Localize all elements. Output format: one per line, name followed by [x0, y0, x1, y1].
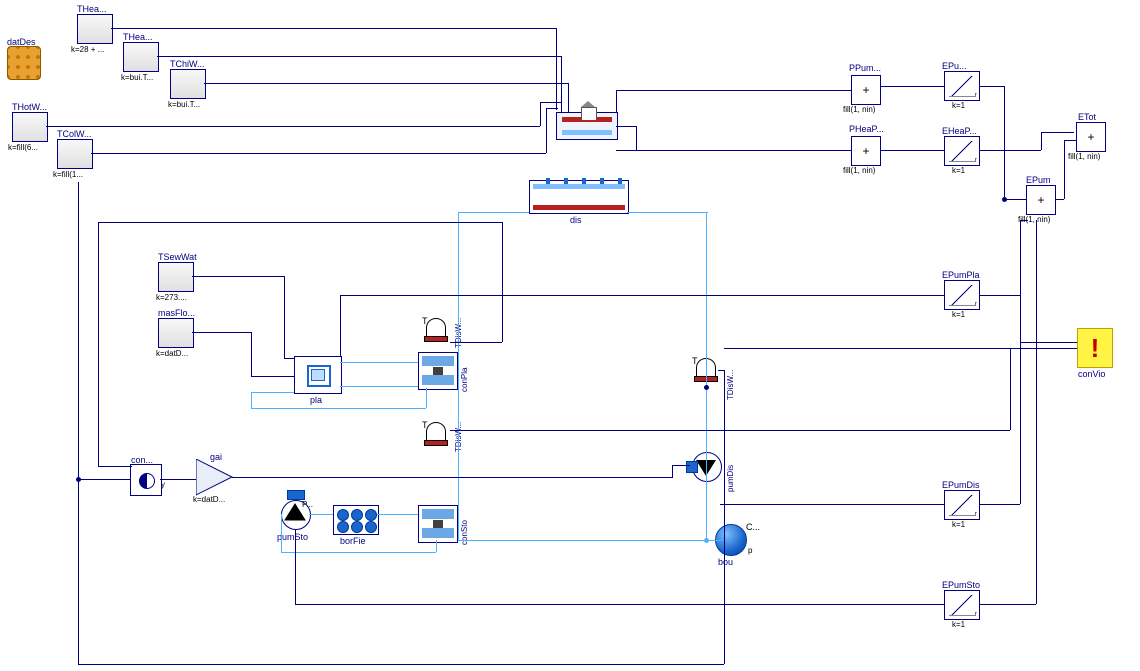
- borFie-label: borFie: [340, 536, 366, 546]
- conVio-label: conVio: [1078, 369, 1105, 379]
- modelica-diagram: datDes THea... k=28 + ... THea... k=bui.…: [0, 0, 1140, 671]
- pla-label: pla: [310, 395, 322, 405]
- bou-label: bou: [718, 557, 733, 567]
- PPum-label: PPum...: [849, 63, 881, 73]
- TDisW-sensor-pla-ret[interactable]: [420, 420, 450, 450]
- EPumTop-int[interactable]: r: [944, 71, 980, 101]
- con-label: con...: [131, 455, 153, 465]
- masFlo-label: masFlo...: [158, 308, 195, 318]
- datdes-block[interactable]: [7, 46, 41, 80]
- THea2-label: THea...: [123, 32, 153, 42]
- TSewWat-label: TSewWat: [158, 252, 197, 262]
- pla-block[interactable]: [294, 356, 342, 394]
- TColW-block[interactable]: [57, 139, 93, 169]
- PHeaP-sum[interactable]: +: [851, 136, 881, 166]
- ETot-sum[interactable]: +: [1076, 122, 1106, 152]
- PPum-sum[interactable]: +: [851, 75, 881, 105]
- conVio-block[interactable]: !: [1077, 328, 1113, 368]
- masFlo-block[interactable]: [158, 318, 194, 348]
- THea2-block[interactable]: [123, 42, 159, 72]
- TSewWat-block[interactable]: [158, 262, 194, 292]
- EPumDis-sub: k=1: [952, 520, 965, 529]
- EPumPla-sub: k=1: [952, 310, 965, 319]
- EPumPla-int[interactable]: r: [944, 280, 980, 310]
- conPla-label: conPla: [460, 368, 469, 392]
- EPumSto-label: EPumSto: [942, 580, 980, 590]
- EPumDis-int[interactable]: r: [944, 490, 980, 520]
- pumDis-label: pumDis: [726, 465, 735, 492]
- ETot-sub: fill(1, nin): [1068, 152, 1100, 161]
- EHeaP-sub: k=1: [952, 166, 965, 175]
- EPum-sum[interactable]: +: [1026, 185, 1056, 215]
- TChiW-sub: k=bui.T...: [168, 100, 200, 109]
- gai-sub: k=datD...: [193, 495, 225, 504]
- THea1-sub: k=28 + ...: [71, 45, 104, 54]
- conSto-label: conSto: [460, 520, 469, 545]
- conSto-block[interactable]: [418, 505, 458, 543]
- EPumSto-sub: k=1: [952, 620, 965, 629]
- PHeaP-sub: fill(1, nin): [843, 166, 875, 175]
- PPum-sub: fill(1, nin): [843, 105, 875, 114]
- EPumTop-label: EPu...: [942, 61, 967, 71]
- EHeaP-int[interactable]: r: [944, 136, 980, 166]
- EPumDis-label: EPumDis: [942, 480, 980, 490]
- masFlo-sub: k=datD...: [156, 349, 188, 358]
- EPumSto-int[interactable]: r: [944, 590, 980, 620]
- THotW-sub: k=fill(6...: [8, 143, 38, 152]
- EHeaP-label: EHeaP...: [942, 126, 977, 136]
- ETot-label: ETot: [1078, 112, 1096, 122]
- TSewWat-sub: k=273....: [156, 293, 187, 302]
- TColW-label: TColW...: [57, 129, 92, 139]
- TDisW-right-label: TDisW...: [726, 370, 735, 400]
- TChiW-block[interactable]: [170, 69, 206, 99]
- dis-block[interactable]: [529, 180, 629, 214]
- THea2-sub: k=bui.T...: [121, 73, 153, 82]
- datdes-label: datDes: [7, 37, 36, 47]
- conPla-block[interactable]: [418, 352, 458, 390]
- borFie-block[interactable]: [333, 505, 379, 535]
- THotW-block[interactable]: [12, 112, 48, 142]
- gai-label: gai: [210, 452, 222, 462]
- bui-block[interactable]: [556, 112, 618, 140]
- EPum-label: EPum: [1026, 175, 1051, 185]
- THotW-label: THotW...: [12, 102, 47, 112]
- TDisW-sensor-pla-sup[interactable]: [420, 316, 450, 346]
- con-block[interactable]: [130, 464, 162, 496]
- TChiW-label: TChiW...: [170, 59, 205, 69]
- EPumTop-sub: k=1: [952, 101, 965, 110]
- dis-label: dis: [570, 215, 582, 225]
- PHeaP-label: PHeaP...: [849, 124, 884, 134]
- TColW-sub: k=fill(1...: [53, 170, 83, 179]
- EPumPla-label: EPumPla: [942, 270, 980, 280]
- THea1-block[interactable]: [77, 14, 113, 44]
- THea1-label: THea...: [77, 4, 107, 14]
- TDisW-sensor-right[interactable]: [690, 356, 720, 386]
